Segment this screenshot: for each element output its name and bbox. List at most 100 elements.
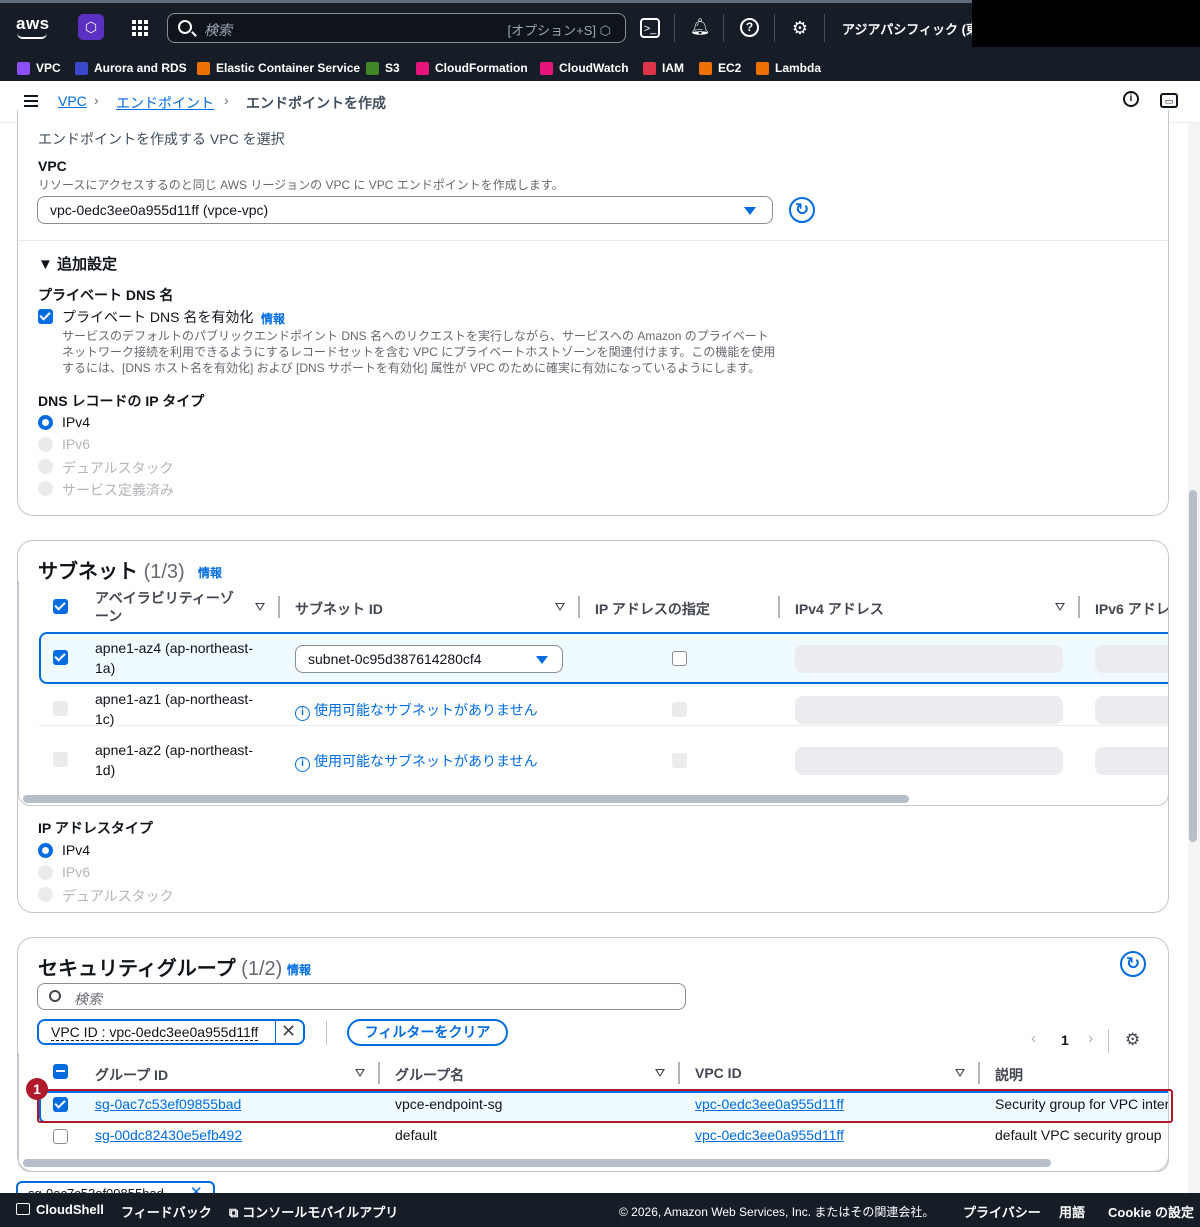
- cloudformation-service-icon: [416, 61, 429, 75]
- feedback-button[interactable]: フィードバック: [121, 1202, 212, 1221]
- col-resizer[interactable]: [1078, 596, 1080, 618]
- security-groups-info-link[interactable]: 情報: [287, 961, 311, 978]
- col-group-name[interactable]: グループ名: [395, 1065, 464, 1085]
- sort-caret-icon[interactable]: [255, 603, 265, 611]
- private-dns-label: プライベート DNS 名: [38, 287, 174, 303]
- fav-cloudformation[interactable]: CloudFormation: [416, 61, 528, 75]
- ipv6-address-input: [1095, 696, 1168, 724]
- search-icon: [49, 990, 61, 1002]
- subnet-row-1-checkbox[interactable]: [53, 650, 68, 665]
- select-all-security-groups-checkbox[interactable]: [53, 1064, 68, 1079]
- cloudshell-icon[interactable]: >_: [640, 18, 660, 38]
- dns-ip-ipv4-label: IPv4: [62, 414, 91, 430]
- help-icon[interactable]: ?: [740, 18, 759, 37]
- close-icon[interactable]: ✕: [281, 1021, 296, 1042]
- fav-aurora-rds[interactable]: Aurora and RDS: [75, 61, 187, 75]
- subnet-id-select[interactable]: subnet-0c95d387614280cf4: [295, 645, 563, 673]
- sg-row-2-checkbox[interactable]: [53, 1129, 68, 1144]
- sort-caret-icon[interactable]: [355, 1069, 365, 1077]
- fav-lambda[interactable]: Lambda: [756, 61, 821, 75]
- sg-horizontal-scrollbar[interactable]: [23, 1159, 1051, 1167]
- vpc-select[interactable]: vpc-0edc3ee0a955d11ff (vpce-vpc): [37, 196, 773, 224]
- settings-gear-icon[interactable]: ⚙︎: [789, 17, 811, 39]
- current-page[interactable]: 1: [1061, 1032, 1069, 1048]
- notifications-bell-icon[interactable]: 🔔︎: [689, 17, 711, 39]
- ip-type-ipv6-radio: [38, 865, 53, 880]
- ip-address-type-label: IP アドレスタイプ: [38, 820, 153, 836]
- ip-type-ipv4-radio[interactable]: [38, 843, 53, 858]
- vpc-refresh-icon[interactable]: ↻: [789, 197, 815, 223]
- fav-ecs[interactable]: Elastic Container Service: [197, 61, 360, 75]
- dns-ip-ipv4-radio[interactable]: [38, 415, 53, 430]
- feedback-screen-icon[interactable]: ▭: [1160, 93, 1178, 108]
- select-all-subnets-checkbox[interactable]: [53, 599, 68, 614]
- sort-caret-icon[interactable]: [1055, 603, 1065, 611]
- subnets-title: サブネット (1/3): [38, 561, 185, 583]
- sg-row-2-vpc[interactable]: vpc-0edc3ee0a955d11ff: [695, 1127, 844, 1143]
- security-groups-search-input[interactable]: 検索: [37, 983, 686, 1010]
- global-search-input[interactable]: 検索 [オプション+S] ⬡: [167, 13, 626, 43]
- col-resizer[interactable]: [378, 1062, 380, 1084]
- ip-designation-checkbox[interactable]: [672, 651, 687, 666]
- mobile-app-icon: ⧉: [229, 1205, 239, 1220]
- fav-s3[interactable]: S3: [366, 61, 400, 75]
- security-groups-refresh-icon[interactable]: ↻: [1120, 951, 1146, 977]
- cloudshell-button[interactable]: CloudShell: [16, 1202, 104, 1217]
- col-description[interactable]: 説明: [995, 1065, 1023, 1085]
- app-hex-icon[interactable]: ⬡: [78, 14, 104, 40]
- col-ipv4[interactable]: IPv4 アドレス: [795, 599, 884, 619]
- info-panel-icon[interactable]: i: [1123, 91, 1139, 107]
- services-grid-icon[interactable]: [132, 20, 148, 36]
- cookie-settings-link[interactable]: Cookie の設定: [1108, 1202, 1194, 1221]
- divider: [326, 1021, 327, 1045]
- table-preferences-gear-icon[interactable]: ⚙︎: [1125, 1030, 1140, 1050]
- no-subnets-message[interactable]: i 使用可能なサブネットがありません: [295, 751, 538, 772]
- sg-row-2-id[interactable]: sg-00dc82430e5efb492: [95, 1127, 242, 1143]
- ip-designation-checkbox: [672, 753, 687, 768]
- page-scroll-thumb[interactable]: [1189, 490, 1197, 842]
- fav-cloudwatch[interactable]: CloudWatch: [540, 61, 629, 75]
- annotation-step-badge: 1: [26, 1078, 48, 1100]
- additional-settings-toggle[interactable]: ▼ 追加設定: [38, 253, 117, 274]
- private-dns-info-link[interactable]: 情報: [261, 310, 285, 327]
- console-footer: CloudShell フィードバック ⧉ コンソールモバイルアプリ © 2026,…: [0, 1193, 1200, 1227]
- sort-caret-icon[interactable]: [955, 1069, 965, 1077]
- breadcrumb-vpc[interactable]: VPC: [58, 93, 87, 109]
- security-groups-title: セキュリティグループ (1/2): [38, 958, 283, 980]
- subnets-info-link[interactable]: 情報: [198, 564, 222, 581]
- security-groups-card: セキュリティグループ (1/2) 情報 ↻ 検索 VPC ID : vpc-0e…: [17, 937, 1169, 1172]
- fav-vpc[interactable]: VPC: [17, 61, 61, 75]
- col-vpc-id[interactable]: VPC ID: [695, 1065, 742, 1081]
- vpc-label: VPC: [38, 158, 67, 174]
- ip-type-dualstack-radio: [38, 887, 53, 902]
- col-ipv6[interactable]: IPv6 アドレス: [1095, 599, 1168, 619]
- col-resizer[interactable]: [778, 596, 780, 618]
- col-resizer[interactable]: [978, 1062, 980, 1084]
- mobile-app-button[interactable]: ⧉ コンソールモバイルアプリ: [229, 1202, 398, 1221]
- sort-caret-icon[interactable]: [555, 603, 565, 611]
- fav-iam[interactable]: IAM: [643, 61, 684, 75]
- col-az[interactable]: アベイラビリティーゾーン: [95, 589, 245, 625]
- aws-logo[interactable]: aws: [16, 14, 50, 34]
- clear-filter-button[interactable]: フィルターをクリア: [347, 1019, 508, 1046]
- col-group-id[interactable]: グループ ID: [95, 1065, 168, 1085]
- no-subnets-message[interactable]: i 使用可能なサブネットがありません: [295, 700, 538, 721]
- menu-hamburger-icon[interactable]: [24, 95, 38, 107]
- ip-type-dualstack-label: デュアルスタック: [62, 888, 174, 904]
- private-dns-checkbox[interactable]: [38, 309, 53, 324]
- col-resizer[interactable]: [678, 1062, 680, 1084]
- privacy-link[interactable]: プライバシー: [963, 1202, 1041, 1221]
- fav-ec2[interactable]: EC2: [699, 61, 741, 75]
- terms-link[interactable]: 用語: [1059, 1202, 1085, 1221]
- subnets-horizontal-scrollbar[interactable]: [23, 795, 909, 803]
- aws-smile-icon: [17, 33, 47, 39]
- vpc-service-icon: [17, 61, 30, 75]
- cloudwatch-service-icon: [540, 61, 553, 75]
- col-resizer[interactable]: [278, 596, 280, 618]
- col-resizer[interactable]: [578, 596, 580, 618]
- col-subnet-id[interactable]: サブネット ID: [295, 599, 383, 619]
- ip-type-ipv6-label: IPv6: [62, 864, 91, 880]
- filter-token-label[interactable]: VPC ID : vpc-0edc3ee0a955d11ff: [51, 1024, 259, 1041]
- private-dns-desc-line3: するには、[DNS ホスト名を有効化] および [DNS サポートを有効化] 属…: [62, 361, 761, 375]
- sort-caret-icon[interactable]: [655, 1069, 665, 1077]
